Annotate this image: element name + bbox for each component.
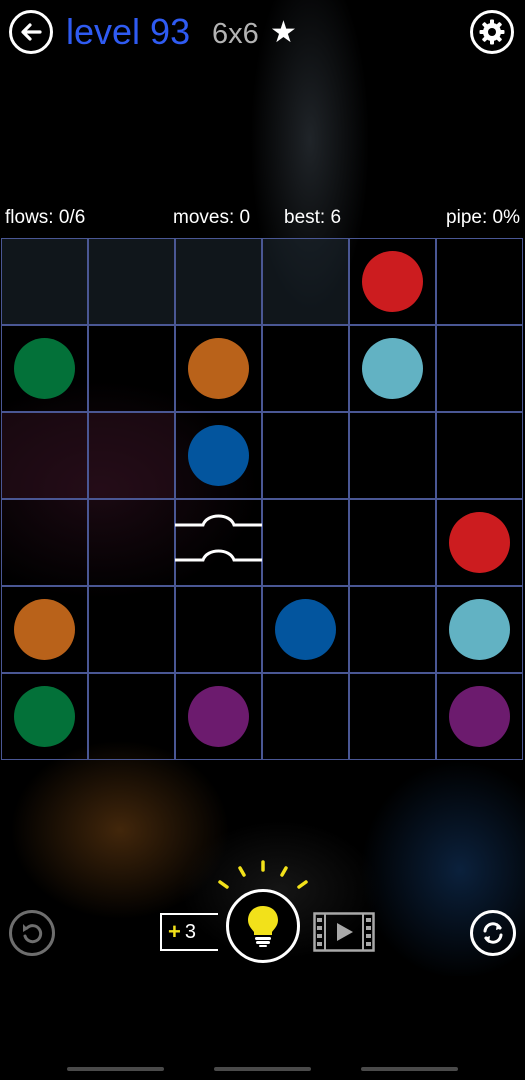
flow-dot[interactable] bbox=[362, 338, 423, 399]
moves-counter: moves: 0 bbox=[173, 207, 251, 228]
stats-bar: flows: 0/6 moves: 0 best: 6 pipe: 0% bbox=[0, 203, 525, 233]
board-cell[interactable] bbox=[1, 238, 88, 325]
hint-count: 3 bbox=[184, 920, 196, 943]
board-size-label: 6x6 bbox=[212, 18, 259, 50]
board-cell[interactable] bbox=[262, 412, 349, 499]
video-hint-button[interactable] bbox=[313, 912, 375, 952]
nav-home-button[interactable] bbox=[214, 1067, 311, 1071]
board-cell[interactable] bbox=[88, 673, 175, 760]
board-cell[interactable] bbox=[1, 412, 88, 499]
flow-dot[interactable] bbox=[362, 251, 423, 312]
flow-dot[interactable] bbox=[188, 338, 249, 399]
lightbulb-icon bbox=[248, 906, 278, 947]
flow-dot[interactable] bbox=[449, 512, 510, 573]
board-cell[interactable] bbox=[262, 238, 349, 325]
back-button[interactable] bbox=[9, 10, 53, 54]
flow-dot[interactable] bbox=[14, 338, 75, 399]
game-screen: level 93 6x6 ★ flows: 0/6 moves: 0 best:… bbox=[0, 0, 525, 1080]
board-cell[interactable] bbox=[436, 412, 523, 499]
header: level 93 6x6 ★ bbox=[0, 0, 525, 66]
board-cell[interactable] bbox=[349, 673, 436, 760]
system-navigation-bar bbox=[0, 976, 525, 1080]
board-cell[interactable] bbox=[349, 499, 436, 586]
bridge-icon bbox=[175, 514, 262, 562]
board-cell[interactable] bbox=[262, 673, 349, 760]
flow-dot[interactable] bbox=[449, 686, 510, 747]
board-cell[interactable] bbox=[88, 586, 175, 673]
board-cell[interactable] bbox=[349, 586, 436, 673]
undo-button[interactable] bbox=[9, 910, 55, 956]
flow-dot[interactable] bbox=[14, 686, 75, 747]
nav-recent-button[interactable] bbox=[67, 1067, 164, 1071]
flows-counter: flows: 0/6 bbox=[5, 207, 86, 228]
board-cell[interactable] bbox=[262, 325, 349, 412]
restart-button[interactable] bbox=[470, 910, 516, 956]
flow-dot[interactable] bbox=[449, 599, 510, 660]
flow-dot[interactable] bbox=[14, 599, 75, 660]
hint-button[interactable] bbox=[226, 889, 300, 963]
nav-back-button[interactable] bbox=[361, 1067, 458, 1071]
board-cell[interactable] bbox=[175, 238, 262, 325]
refresh-icon bbox=[483, 922, 503, 944]
board-cell[interactable] bbox=[88, 325, 175, 412]
board-cell[interactable] bbox=[175, 586, 262, 673]
background-glow bbox=[10, 740, 230, 920]
board-cell[interactable] bbox=[262, 499, 349, 586]
settings-button[interactable] bbox=[470, 10, 514, 54]
gear-icon bbox=[479, 19, 505, 45]
board-cell[interactable] bbox=[436, 238, 523, 325]
hint-count-box[interactable]: + 3 bbox=[160, 913, 218, 951]
flow-dot[interactable] bbox=[275, 599, 336, 660]
flow-dot[interactable] bbox=[188, 425, 249, 486]
level-title: level 93 bbox=[66, 11, 191, 52]
board-cell[interactable] bbox=[88, 412, 175, 499]
board-cell[interactable] bbox=[88, 238, 175, 325]
board-cell[interactable] bbox=[436, 325, 523, 412]
flow-dot[interactable] bbox=[188, 686, 249, 747]
pipe-percentage: pipe: 0% bbox=[446, 207, 520, 228]
video-film-icon bbox=[313, 912, 375, 952]
game-board[interactable] bbox=[1, 238, 524, 762]
board-cell[interactable] bbox=[349, 412, 436, 499]
hint-plus: + bbox=[168, 919, 181, 944]
board-cell[interactable] bbox=[88, 499, 175, 586]
board-cell[interactable] bbox=[1, 499, 88, 586]
undo-icon bbox=[23, 924, 43, 944]
back-arrow-icon bbox=[21, 23, 42, 41]
star-icon: ★ bbox=[270, 16, 297, 49]
best-score: best: 6 bbox=[284, 207, 342, 228]
